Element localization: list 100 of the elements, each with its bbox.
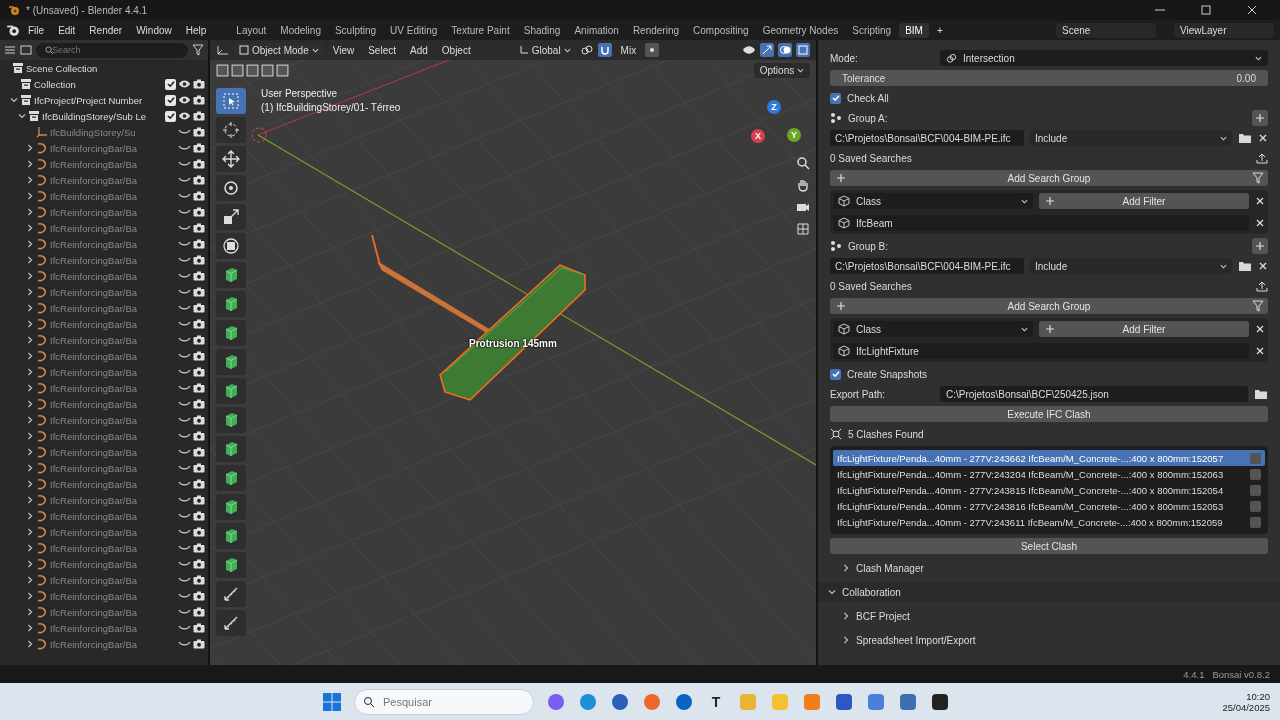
outliner-item[interactable]: IfcReinforcingBar/Ba (50, 590, 176, 602)
closed-eye-icon[interactable] (178, 191, 191, 201)
workspace-tab[interactable]: Shading (517, 22, 567, 38)
outliner-item[interactable]: Collection (34, 78, 163, 90)
grid-icon[interactable] (796, 222, 810, 236)
closed-eye-icon[interactable] (178, 143, 191, 153)
camera-icon[interactable] (193, 399, 205, 409)
workspace-tab[interactable]: Geometry Nodes (756, 22, 845, 38)
plus-icon[interactable] (836, 301, 846, 311)
outliner-item[interactable]: IfcReinforcingBar/Ba (50, 638, 176, 650)
tolerance-field[interactable]: Tolerance 0.00 (830, 70, 1268, 86)
camera-icon[interactable] (193, 591, 205, 601)
closed-eye-icon[interactable] (178, 431, 191, 441)
close-icon[interactable] (1255, 218, 1265, 228)
plus-icon[interactable] (1045, 196, 1055, 206)
camera-icon[interactable] (193, 559, 205, 569)
camera-icon[interactable] (193, 319, 205, 329)
camera-icon[interactable] (193, 335, 205, 345)
chevron-icon[interactable] (26, 160, 34, 168)
add-filter-button[interactable]: Add Filter (1039, 321, 1249, 337)
menu-item[interactable]: Select (363, 42, 401, 58)
outliner-item[interactable]: IfcReinforcingBar/Ba (50, 430, 176, 442)
outliner-item[interactable]: IfcReinforcingBar/Ba (50, 382, 176, 394)
visibility-icon[interactable] (742, 44, 756, 56)
chevron-icon[interactable] (26, 208, 34, 216)
chevron-icon[interactable] (26, 560, 34, 568)
tool-button[interactable] (216, 436, 246, 462)
chevron-icon[interactable] (26, 480, 34, 488)
snap-target-dropdown[interactable]: Mix (615, 42, 642, 58)
checkbox[interactable] (165, 110, 176, 122)
outliner-item[interactable]: IfcReinforcingBar/Ba (50, 174, 176, 186)
workspace-tab[interactable]: Modeling (274, 22, 327, 38)
outliner-item[interactable]: IfcReinforcingBar/Ba (50, 558, 176, 570)
closed-eye-icon[interactable] (178, 159, 191, 169)
workspace-tab[interactable]: UV Editing (384, 22, 444, 38)
outliner-item[interactable]: IfcReinforcingBar/Ba (50, 526, 176, 538)
chevron-icon[interactable] (26, 288, 34, 296)
closed-eye-icon[interactable] (178, 639, 191, 649)
chevron-icon[interactable] (26, 608, 34, 616)
tool-button[interactable] (216, 581, 246, 607)
tool-button[interactable] (216, 349, 246, 375)
checkbox[interactable] (165, 78, 176, 90)
magnet-icon[interactable] (597, 43, 612, 57)
search-field[interactable]: Search (36, 42, 188, 58)
outliner-item[interactable]: IfcReinforcingBar/Ba (50, 462, 176, 474)
closed-eye-icon[interactable] (178, 607, 191, 617)
closed-eye-icon[interactable] (178, 399, 191, 409)
chevron-icon[interactable] (26, 576, 34, 584)
closed-eye-icon[interactable] (178, 367, 191, 377)
closed-eye-icon[interactable] (178, 127, 191, 137)
outliner-item[interactable]: IfcReinforcingBar/Ba (50, 334, 176, 346)
closed-eye-icon[interactable] (178, 575, 191, 585)
outliner-item[interactable]: IfcReinforcingBar/Ba (50, 142, 176, 154)
closed-eye-icon[interactable] (178, 223, 191, 233)
plus-icon[interactable] (836, 173, 846, 183)
camera-icon[interactable] (193, 255, 205, 265)
outliner-item[interactable]: IfcReinforcingBar/Ba (50, 190, 176, 202)
chevron-icon[interactable] (18, 112, 26, 120)
app-icon[interactable] (930, 691, 950, 712)
closed-eye-icon[interactable] (178, 303, 191, 313)
closed-eye-icon[interactable] (178, 463, 191, 473)
outliner-item[interactable]: IfcReinforcingBar/Ba (50, 510, 176, 522)
checkbox[interactable] (830, 368, 841, 380)
outliner-item[interactable]: IfcReinforcingBar/Ba (50, 206, 176, 218)
menu-item[interactable]: File (22, 22, 51, 38)
plus-icon[interactable] (1045, 324, 1055, 334)
outliner-item[interactable]: IfcReinforcingBar/Ba (50, 302, 176, 314)
include-dropdown[interactable]: Include (1030, 258, 1232, 274)
file-path-field[interactable]: C:\Projetos\Bonsai\BCF\004-BIM-PE.ifc (830, 258, 1024, 274)
camera-icon[interactable] (193, 623, 205, 633)
outliner-item[interactable]: IfcReinforcingBar/Ba (50, 222, 176, 234)
add-search-group-button[interactable]: Add Search Group (830, 298, 1268, 314)
camera-icon[interactable] (193, 127, 205, 137)
outliner-item[interactable]: IfcReinforcingBar/Ba (50, 318, 176, 330)
eye-icon[interactable] (178, 79, 191, 89)
camera-icon[interactable] (193, 511, 205, 521)
chevron-icon[interactable] (26, 368, 34, 376)
closed-eye-icon[interactable] (178, 287, 191, 297)
camera-icon[interactable] (193, 639, 205, 649)
outliner-item[interactable]: IfcReinforcingBar/Ba (50, 414, 176, 426)
chevron-icon[interactable] (26, 320, 34, 328)
chevron-icon[interactable] (26, 272, 34, 280)
tool-button[interactable] (216, 262, 246, 288)
workspace-tab[interactable]: BIM (899, 22, 929, 38)
camera-icon[interactable] (193, 111, 205, 121)
chevron-icon[interactable] (26, 256, 34, 264)
outliner-item[interactable]: IfcReinforcingBar/Ba (50, 494, 176, 506)
chevron-icon[interactable] (828, 588, 836, 596)
class-dropdown[interactable]: Class (833, 193, 1033, 209)
eye-icon[interactable] (178, 111, 191, 121)
upload-icon[interactable] (1256, 280, 1268, 292)
folder-icon[interactable] (1238, 132, 1252, 144)
options-dropdown[interactable]: Options (753, 62, 810, 78)
tool-button[interactable] (216, 320, 246, 346)
camera-icon[interactable] (193, 143, 205, 153)
checkbox[interactable] (1250, 516, 1261, 528)
panel-header[interactable]: Clash Manager (856, 562, 924, 574)
folder-icon[interactable] (1238, 260, 1252, 272)
checkbox[interactable] (1250, 500, 1261, 512)
orientation-dropdown[interactable]: Global (513, 42, 576, 58)
